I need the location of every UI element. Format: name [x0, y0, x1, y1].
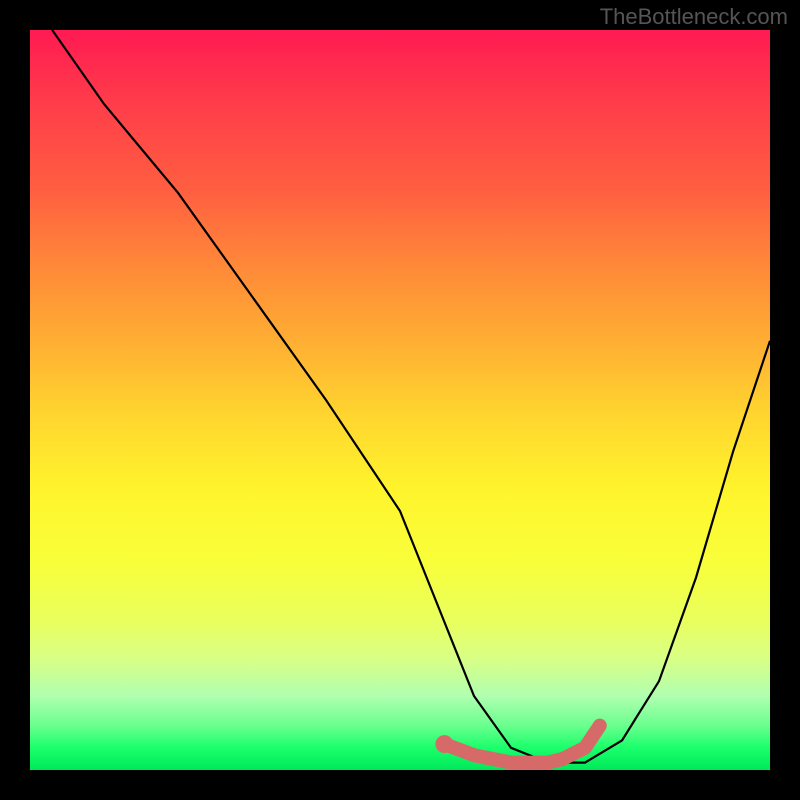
watermark-text: TheBottleneck.com [600, 4, 788, 30]
bottleneck-curve [52, 30, 770, 763]
plot-area [30, 30, 770, 770]
chart-svg [30, 30, 770, 770]
highlight-segment [444, 726, 599, 763]
highlight-start-dot [435, 735, 453, 753]
